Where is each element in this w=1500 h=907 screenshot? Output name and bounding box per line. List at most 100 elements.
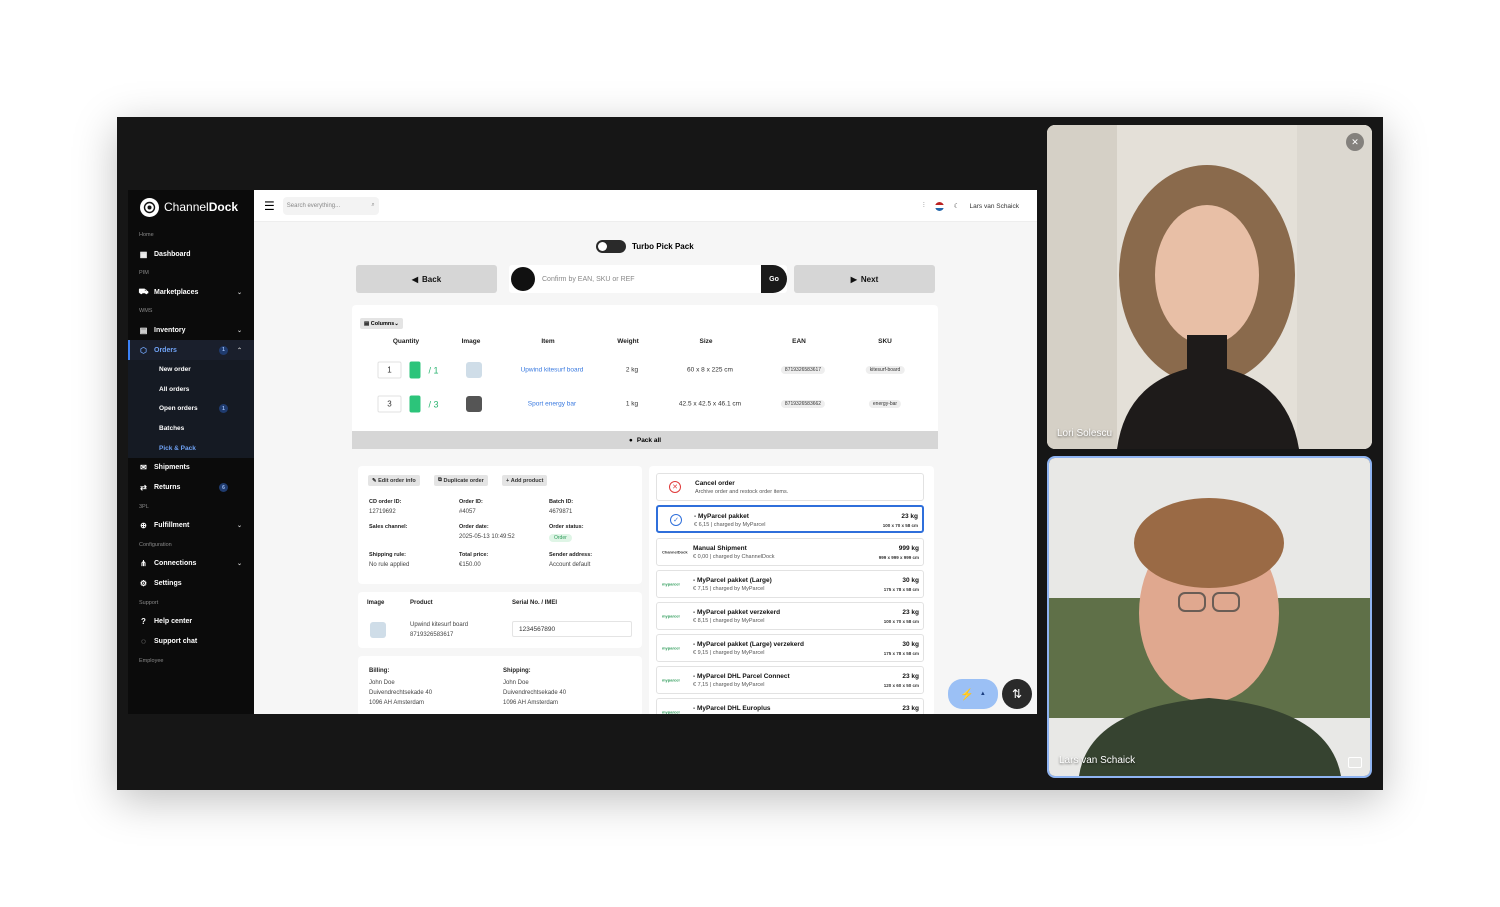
dark-mode-icon[interactable]: ☾ (954, 202, 960, 210)
option-weight: 30 kg (902, 577, 919, 584)
duplicate-order-button[interactable]: ⧉ Duplicate order (434, 475, 488, 486)
chevron-down-icon: ⌄ (236, 561, 242, 568)
chevron-up-icon: ⌃ (236, 347, 242, 354)
shipping-option[interactable]: myparcel - MyParcel DHL Europlus 23 kg (656, 698, 924, 714)
chevron-up-icon: ▲ (979, 691, 986, 697)
main-content: ☰ Search everything... ⌕ ⫶ ☾ Lars van Sc… (254, 190, 1037, 714)
product-image (370, 622, 386, 638)
sidebar-item-support-chat[interactable]: ◌ Support chat (128, 632, 254, 652)
sidebar-item-returns[interactable]: ⇄ Returns 6 (128, 478, 254, 498)
shipping-option[interactable]: ✓ - MyParcel pakket € 6,15 | charged by … (656, 505, 924, 533)
language-flag-icon[interactable] (934, 201, 944, 211)
sidebar-item-label: Shipments (154, 464, 190, 472)
turbo-label: Turbo Pick Pack (632, 242, 694, 251)
participant-tile-2[interactable]: Lars van Schaick (1047, 456, 1372, 778)
product-ean-link[interactable]: 8719326583617 (410, 632, 453, 638)
turbo-pick-pack-toggle[interactable]: Turbo Pick Pack (596, 240, 694, 253)
item-link[interactable]: Upwind kitesurf board (521, 367, 584, 374)
quantity-total: / 1 (428, 365, 439, 375)
option-name: - MyParcel pakket verzekerd (693, 609, 781, 616)
serial-header: Serial No. / IMEI (512, 600, 558, 606)
shipping-option[interactable]: ChannelDock Manual Shipment € 0,00 | cha… (656, 538, 924, 566)
check-circle-icon: ● (628, 436, 633, 444)
confirm-input[interactable]: Confirm by EAN, SKU or REF (542, 276, 761, 283)
logo[interactable]: ChannelDock (128, 197, 254, 217)
option-desc: € 6,15 | charged by MyParcel (694, 522, 766, 528)
total-price-value: €150.00 (459, 562, 481, 568)
sidebar-item-batches[interactable]: Batches (128, 419, 254, 439)
quantity-input[interactable]: 1 (377, 361, 402, 379)
quantity-input[interactable]: 3 (377, 395, 402, 413)
participant-name: Lars van Schaick (1059, 755, 1136, 766)
sidebar-item-all-orders[interactable]: All orders (128, 380, 254, 400)
sidebar-item-open-orders[interactable]: Open orders 1 (128, 399, 254, 419)
cancel-order-option[interactable]: ✕ Cancel order Archive order and restock… (656, 473, 924, 501)
column-header[interactable]: Quantity (393, 338, 419, 345)
cd-order-id-link[interactable]: 12719692 (369, 509, 396, 515)
column-header[interactable]: Item (541, 338, 554, 345)
back-button[interactable]: ◀ Back (356, 265, 497, 293)
carrier-logo: myparcel (662, 709, 680, 715)
quantity-confirm-button[interactable] (409, 395, 421, 413)
sidebar-item-orders[interactable]: ⬡ Orders 1 ⌃ (128, 340, 254, 360)
mail-icon: ✉ (140, 463, 147, 473)
participant-tile-1[interactable]: ✕ Lori Solescu (1047, 125, 1372, 449)
quick-actions-button[interactable]: ⚡ ▲ (948, 679, 998, 709)
column-header[interactable]: Weight (617, 338, 639, 345)
quantity-confirm-button[interactable] (409, 361, 421, 379)
order-status-label: Order status: (549, 524, 584, 530)
batch-id-link[interactable]: 4679871 (549, 509, 572, 515)
user-name[interactable]: Lars van Schaick (970, 203, 1020, 210)
sidebar-item-pick-pack[interactable]: Pick & Pack (128, 438, 254, 458)
sidebar-item-label: Connections (154, 560, 197, 568)
sidebar-item-label: Support chat (154, 638, 198, 646)
toggle-switch[interactable] (596, 240, 626, 253)
sidebar-item-inventory[interactable]: ▤ Inventory ⌄ (128, 320, 254, 340)
search-input[interactable]: Search everything... ⌕ (282, 196, 379, 215)
column-header[interactable]: EAN (792, 338, 806, 345)
column-header[interactable]: Size (699, 338, 712, 345)
topbar: ☰ Search everything... ⌕ ⫶ ☾ Lars van Sc… (254, 190, 1037, 222)
scroll-toggle-button[interactable]: ⇅ (1002, 679, 1032, 709)
sidebar-item-help-center[interactable]: ? Help center (128, 612, 254, 632)
logo-text-light: Channel (164, 200, 209, 214)
shipping-rule-value: No rule applied (369, 562, 410, 568)
pack-all-button[interactable]: ● Pack all (352, 431, 938, 449)
sidebar-item-settings[interactable]: ⚙ Settings (128, 574, 254, 594)
go-button[interactable]: Go (761, 265, 787, 293)
option-dims: 100 x 70 x 58 cm (882, 523, 918, 528)
add-product-button[interactable]: + Add product (502, 475, 548, 486)
lightning-icon: ⚡ (960, 688, 974, 701)
sidebar-item-new-order[interactable]: New order (128, 360, 254, 380)
column-header[interactable]: Image (462, 338, 481, 345)
option-dims: 175 x 78 x 58 cm (883, 587, 919, 592)
swap-vertical-icon: ⇅ (1011, 687, 1023, 701)
item-link[interactable]: Sport energy bar (528, 401, 576, 408)
edit-order-button[interactable]: ✎ Edit order info (368, 475, 420, 486)
returns-icon: ⇄ (140, 483, 147, 493)
dashboard-icon: ▦ (139, 249, 148, 259)
orders-submenu: New order All orders Open orders 1 Batch… (128, 360, 254, 458)
next-button[interactable]: ▶ Next (794, 265, 935, 293)
add-product-label: Add product (510, 477, 544, 484)
confirm-scan-field[interactable]: Confirm by EAN, SKU or REF Go (509, 265, 787, 293)
next-arrow-icon: ▶ (850, 274, 857, 284)
chevron-down-icon: ⌄ (394, 320, 399, 327)
shipping-option[interactable]: myparcel - MyParcel DHL Parcel Connect €… (656, 666, 924, 694)
sidebar-item-connections[interactable]: ⋔ Connections ⌄ (128, 554, 254, 574)
shipping-option[interactable]: myparcel - MyParcel pakket verzekerd € 8… (656, 602, 924, 630)
filters-icon[interactable]: ⫶ (923, 202, 925, 210)
sidebar-item-marketplaces[interactable]: ⛟ Marketplaces ⌄ (128, 282, 254, 302)
billing-label: Billing: (369, 668, 390, 674)
menu-icon[interactable]: ☰ (264, 199, 275, 213)
sidebar-item-dashboard[interactable]: ▦ Dashboard (128, 244, 254, 264)
sliders-icon: ⚙ (139, 579, 148, 589)
shipping-option[interactable]: myparcel - MyParcel pakket (Large) € 7,1… (656, 570, 924, 598)
option-name: Manual Shipment (693, 545, 747, 552)
sidebar-item-fulfillment[interactable]: ⊕ Fulfillment ⌄ (128, 516, 254, 536)
column-header[interactable]: SKU (878, 338, 892, 345)
columns-button[interactable]: ▤ Columns ⌄ (360, 318, 403, 329)
shipping-option[interactable]: myparcel - MyParcel pakket (Large) verze… (656, 634, 924, 662)
serial-input[interactable]: 1234567890 (512, 621, 632, 637)
sidebar-item-shipments[interactable]: ✉ Shipments (128, 458, 254, 478)
